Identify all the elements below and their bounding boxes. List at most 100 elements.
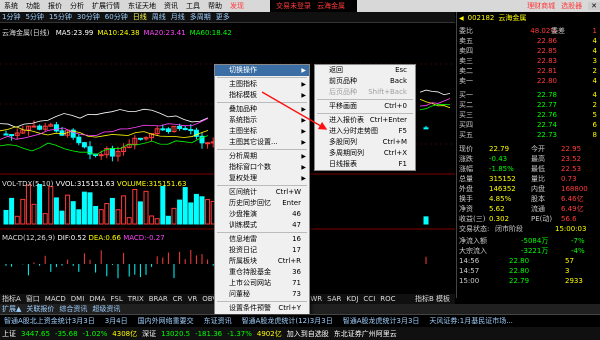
ticker-item[interactable]: 东证资讯 xyxy=(204,316,232,326)
sub-item-0[interactable]: 返回 Esc xyxy=(315,65,415,76)
ctx-item-0[interactable]: 切换操作 ▶ xyxy=(215,65,309,76)
indicator-tab-8[interactable]: CR xyxy=(173,295,183,303)
ctx-item-6[interactable]: 系统指示 ▶ xyxy=(215,115,309,126)
stat-v2: 22.53 xyxy=(561,165,582,173)
ctx-item-20[interactable]: 投资日记 17 xyxy=(215,245,309,256)
indicator-template-tab[interactable]: 指标B 模板 xyxy=(415,294,450,304)
period-tab-9[interactable]: 更多 xyxy=(216,12,230,22)
ticker-item[interactable]: 智通A股龙虎统计3月3日 xyxy=(343,316,420,326)
ctx-item-2[interactable]: 主图指标 ▶ xyxy=(215,79,309,90)
bottom-tab-1[interactable]: 关联报价 xyxy=(26,304,54,314)
stock-picker-link[interactable]: 选股器 xyxy=(561,1,582,11)
indicator-tab-5[interactable]: FSL xyxy=(111,295,123,303)
menu-9[interactable]: 发现 xyxy=(226,0,248,12)
shortcut-label: 71 xyxy=(292,279,301,287)
flow-v: -3221万 xyxy=(521,247,549,255)
ctx-item-label: 上市公司网站 xyxy=(229,279,271,287)
ctx-item-11[interactable]: 指标窗口个数 ▶ xyxy=(215,162,309,173)
ctx-item-16[interactable]: 沙盘推演 46 xyxy=(215,209,309,220)
ctx-item-26[interactable]: 设置条件预警 Ctrl+Y xyxy=(215,303,309,314)
sub-item-1[interactable]: 前页品种 Back xyxy=(315,76,415,87)
submenu-arrow-icon: ▶ xyxy=(301,164,306,171)
shortcut-label: F5 xyxy=(398,127,407,135)
period-tab-2[interactable]: 15分钟 xyxy=(49,12,72,22)
menu-8[interactable]: 帮助 xyxy=(204,0,226,12)
indicator-tab-18[interactable]: CCI xyxy=(363,295,375,303)
ctx-item-21[interactable]: 所属板块 Ctrl+R xyxy=(215,256,309,267)
menu-separator xyxy=(217,301,307,302)
submenu-arrow-icon: ▶ xyxy=(301,117,306,124)
ctx-item-8[interactable]: 主图其它设置... ▶ xyxy=(215,137,309,148)
ctx-item-23[interactable]: 上市公司网站 71 xyxy=(215,278,309,289)
period-tab-0[interactable]: 1分钟 xyxy=(2,12,20,22)
menu-3[interactable]: 分析 xyxy=(66,0,88,12)
indicator-tab-6[interactable]: TRIX xyxy=(128,295,144,303)
ctx-item-5[interactable]: 叠加品种 ▶ xyxy=(215,104,309,115)
stat-l2: 股本 xyxy=(531,195,545,203)
bottom-tab-3[interactable]: 超级资讯 xyxy=(92,304,120,314)
menu-6[interactable]: 资讯 xyxy=(160,0,182,12)
ticker-item[interactable]: 天风证券:1月基民证市场... xyxy=(429,316,513,326)
sub-item-9[interactable]: 多周期同列 Ctrl+X xyxy=(315,148,415,159)
ctx-item-17[interactable]: 训练模式 47 xyxy=(215,220,309,231)
indicator-tab-19[interactable]: ROC xyxy=(380,295,395,303)
sub-item-2[interactable]: 后页品种 Shift+Back xyxy=(315,87,415,98)
menu-2[interactable]: 报价 xyxy=(44,0,66,12)
ctx-item-19[interactable]: 信息地雷 16 xyxy=(215,234,309,245)
ctx-item-24[interactable]: 问董秘 73 xyxy=(215,289,309,300)
indicator-tab-7[interactable]: BRAR xyxy=(149,295,168,303)
indicator-tab-3[interactable]: DMI xyxy=(71,295,85,303)
menu-5[interactable]: 东证天地 xyxy=(124,0,160,12)
ticker-item[interactable]: 智通A股龙虎统计(12)3月3日 xyxy=(242,316,333,326)
window-close-icon[interactable]: ✕ xyxy=(588,2,600,10)
ctx-item-14[interactable]: 区间统计 Ctrl+W xyxy=(215,187,309,198)
menu-separator xyxy=(217,232,307,233)
prev-stock-icon[interactable]: ◀ xyxy=(459,15,464,22)
news-ticker[interactable]: 智通A股北上资金统计3月3日 3月4日 国内外网络重要交 东证资讯 智通A股龙虎统计(1… xyxy=(0,314,600,327)
ticker-item[interactable]: 国内外网络重要交 xyxy=(138,316,194,326)
ctx-item-12[interactable]: 复权处理 ▶ xyxy=(215,173,309,184)
indicator-tab-0[interactable]: 指标A xyxy=(2,294,21,304)
indicator-tab-17[interactable]: KDJ xyxy=(346,295,358,303)
ctx-item-7[interactable]: 主图坐标 ▶ xyxy=(215,126,309,137)
period-tab-8[interactable]: 多周期 xyxy=(190,12,211,22)
sub-item-7[interactable]: 进入分时走势图 F5 xyxy=(315,126,415,137)
indicator-tab-9[interactable]: VR xyxy=(188,295,198,303)
ticker-item[interactable]: 3月4日 xyxy=(105,316,128,326)
period-tab-7[interactable]: 月线 xyxy=(171,12,185,22)
period-tab-5[interactable]: 日线 xyxy=(133,12,147,22)
bottom-tab-2[interactable]: 综合资讯 xyxy=(59,304,87,314)
menu-0[interactable]: 系统 xyxy=(0,0,22,12)
login-status[interactable]: 交易未登录 xyxy=(276,1,311,11)
sub-item-8[interactable]: 多股同列 Ctrl+M xyxy=(315,137,415,148)
flow-l: 大宗流入 xyxy=(459,247,487,255)
switch-submenu: 返回 Esc 前页品种 Back 后页品种 Shift+Back 平移画面 Ctrl+0 进入报… xyxy=(314,64,416,171)
ticker-item[interactable]: 智通A股北上资金统计3月3日 xyxy=(4,316,95,326)
stat-row: 涨幅 -1.85% 最低 22.53 xyxy=(459,164,599,174)
bottom-tab-0[interactable]: 扩展▲ xyxy=(2,304,21,314)
period-tab-3[interactable]: 30分钟 xyxy=(77,12,100,22)
ma-line xyxy=(419,104,451,111)
menu-1[interactable]: 功能 xyxy=(22,0,44,12)
menu-4[interactable]: 扩展行情 xyxy=(88,0,124,12)
indicator-tab-4[interactable]: DMA xyxy=(89,295,105,303)
indicator-tab-15[interactable]: WR xyxy=(310,295,322,303)
period-tab-1[interactable]: 5分钟 xyxy=(25,12,43,22)
indicator-tab-2[interactable]: MACD xyxy=(45,295,66,303)
sub-item-6[interactable]: 进入报价表 Ctrl+Enter xyxy=(315,115,415,126)
volume-bar xyxy=(59,210,65,225)
menu-7[interactable]: 工具 xyxy=(182,0,204,12)
indicator-tab-16[interactable]: SAR xyxy=(327,295,341,303)
period-tab-6[interactable]: 周线 xyxy=(152,12,166,22)
stat-l: 涨幅 xyxy=(459,165,473,173)
ctx-item-15[interactable]: 历史同步回忆 Enter xyxy=(215,198,309,209)
wealth-mall-link[interactable]: 理财商城 xyxy=(527,1,555,11)
indicator-tab-1[interactable]: 窗口 xyxy=(26,294,40,304)
stat-v: -0.43 xyxy=(489,155,508,163)
sub-item-4[interactable]: 平移画面 Ctrl+0 xyxy=(315,101,415,112)
ctx-item-10[interactable]: 分析周期 ▶ xyxy=(215,151,309,162)
period-tab-4[interactable]: 60分钟 xyxy=(105,12,128,22)
ctx-item-3[interactable]: 指标模板 ▶ xyxy=(215,90,309,101)
sub-item-10[interactable]: 日线报表 F1 xyxy=(315,159,415,170)
ctx-item-22[interactable]: 重仓持股基金 36 xyxy=(215,267,309,278)
